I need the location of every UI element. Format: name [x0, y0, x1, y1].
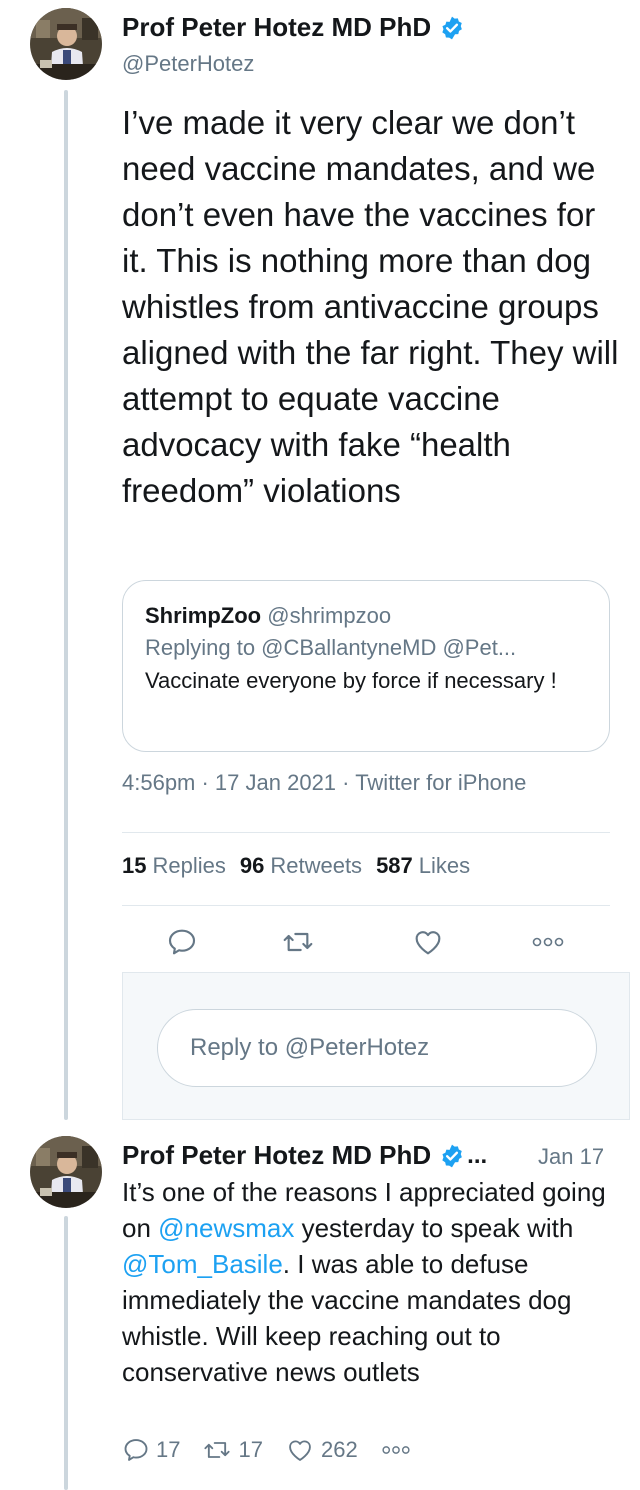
tweet-timestamp-source[interactable]: 4:56pm · 17 Jan 2021 · Twitter for iPhon… — [122, 770, 526, 796]
mention-link[interactable]: @Tom_Basile — [122, 1249, 283, 1279]
avatar-image — [30, 8, 102, 80]
author-name-row[interactable]: Prof Peter Hotez MD PhD — [122, 12, 465, 43]
reply-icon — [168, 929, 196, 955]
author-handle[interactable]: @PeterHotez — [122, 51, 254, 77]
reply-author-avatar[interactable] — [30, 1136, 102, 1208]
likes-stat[interactable]: 587 Likes — [376, 853, 470, 879]
reply-button[interactable] — [162, 922, 202, 962]
retweets-stat[interactable]: 96 Retweets — [240, 853, 362, 879]
verified-badge-icon — [442, 1144, 463, 1167]
like-icon — [289, 1440, 311, 1461]
thread-line-bottom — [64, 1216, 68, 1490]
tweet-stats: 15 Replies 96 Retweets 587 Likes — [122, 853, 470, 879]
divider — [122, 832, 610, 833]
thread-line-top — [64, 90, 68, 1120]
replies-stat[interactable]: 15 Replies — [122, 853, 226, 879]
retweets-label: Retweets — [270, 853, 363, 878]
reply-author-name-row[interactable]: Prof Peter Hotez MD PhD ... — [122, 1140, 487, 1171]
reply-tweet-text: It’s one of the reasons I appreciated go… — [122, 1174, 612, 1390]
quoted-tweet-text: Vaccinate everyone by force if necessary… — [145, 668, 557, 693]
quoted-replying-to: Replying to @CBallantyneMD @Pet... — [145, 635, 517, 660]
retweet-button[interactable] — [278, 922, 318, 962]
quoted-tweet-header: ShrimpZoo @shrimpzoo — [145, 601, 587, 631]
tweet-action-bar — [0, 922, 640, 962]
reply-icon — [124, 1439, 148, 1461]
reply-tweet-action-bar: 17 17 262 — [122, 1436, 440, 1464]
retweets-count: 96 — [239, 853, 265, 878]
reply-text-part: yesterday to speak with — [294, 1213, 574, 1243]
author-avatar[interactable] — [30, 8, 102, 80]
quoted-author-name: ShrimpZoo — [145, 603, 262, 628]
tweet-text: I’ve made it very clear we don’t need va… — [122, 104, 619, 509]
reply-tweet-reply-button[interactable]: 17 — [122, 1436, 180, 1464]
like-icon — [415, 931, 441, 955]
mention-link[interactable]: @newsmax — [158, 1213, 294, 1243]
reply-tweet-retweet-count: 17 — [238, 1437, 263, 1462]
reply-tweet-reply-count: 17 — [156, 1437, 181, 1462]
name-truncation: ... — [467, 1141, 488, 1169]
retweet-icon — [204, 1442, 231, 1458]
reply-tweet-retweet-button[interactable]: 17 — [202, 1436, 263, 1464]
reply-input[interactable]: Reply to @PeterHotez — [157, 1009, 597, 1087]
reply-tweet-date[interactable]: Jan 17 — [538, 1144, 604, 1170]
reply-tweet-more-button[interactable] — [380, 1443, 418, 1457]
reply-tweet-like-count: 262 — [320, 1437, 358, 1462]
author-name[interactable]: Prof Peter Hotez MD PhD — [122, 12, 431, 43]
verified-badge-icon — [442, 16, 463, 39]
more-button[interactable] — [528, 922, 568, 962]
divider — [122, 905, 610, 906]
likes-count: 587 — [376, 853, 413, 878]
replies-label: Replies — [152, 853, 226, 878]
quoted-tweet-card[interactable]: ShrimpZoo @shrimpzoo Replying to @CBalla… — [122, 580, 610, 752]
like-button[interactable] — [408, 922, 448, 962]
quoted-author-handle: @shrimpzoo — [267, 603, 392, 628]
reply-author-name[interactable]: Prof Peter Hotez MD PhD — [122, 1140, 431, 1171]
reply-composer: Reply to @PeterHotez — [122, 972, 630, 1120]
likes-label: Likes — [418, 853, 471, 878]
replies-count: 15 — [122, 853, 147, 878]
reply-tweet-like-button[interactable]: 262 — [285, 1436, 358, 1464]
retweet-icon — [283, 932, 313, 952]
avatar-image — [30, 1136, 102, 1208]
more-icon — [532, 937, 564, 947]
more-icon — [382, 1446, 410, 1454]
